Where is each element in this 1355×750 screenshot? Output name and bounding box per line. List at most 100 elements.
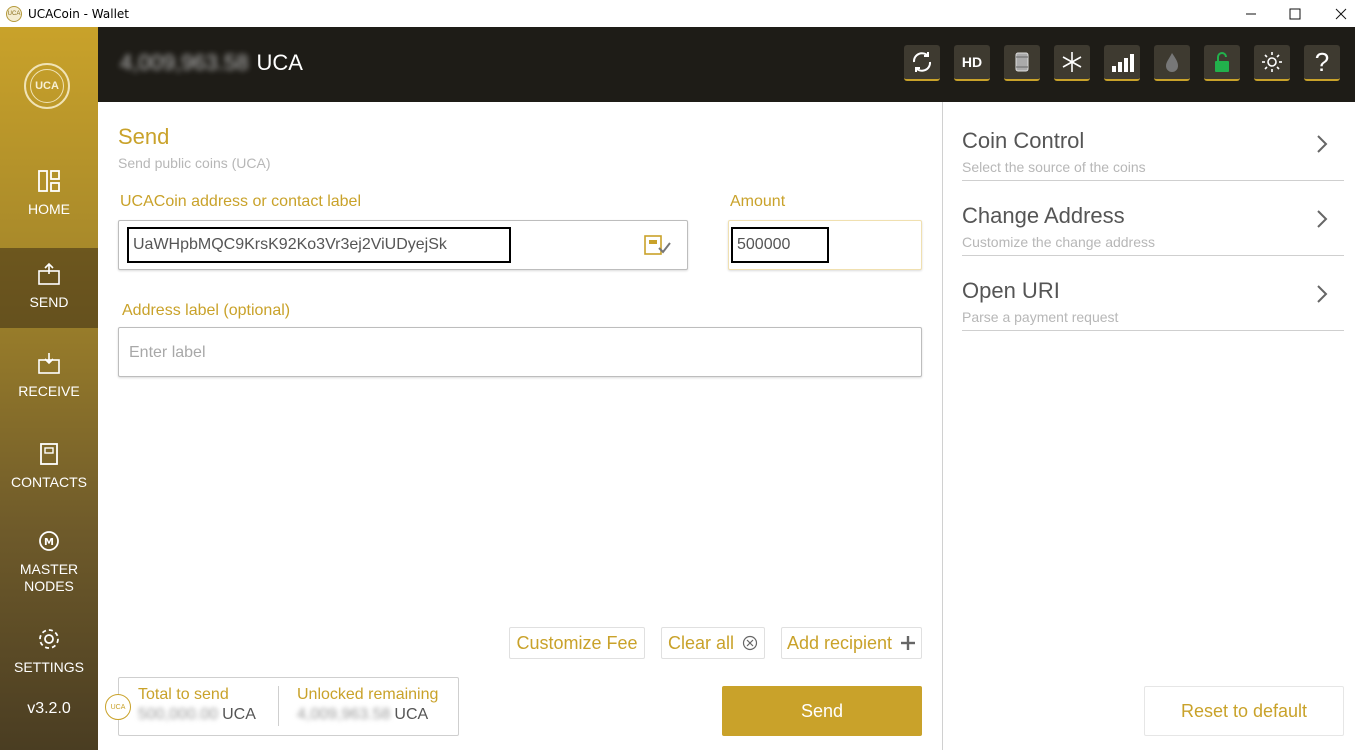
address-label-optional: Address label (optional): [122, 302, 291, 319]
address-input[interactable]: UaWHpbMQC9KrsK92Ko3Vr3ej2ViUDyejSk: [127, 227, 511, 263]
total-label: Total to send: [138, 686, 229, 703]
balance-value: 4,009,963.58: [120, 50, 249, 75]
clear-all-label: Clear all: [667, 632, 735, 653]
sidebar-item-send[interactable]: SEND: [0, 248, 98, 328]
address-book-icon[interactable]: [643, 234, 671, 261]
coin-control-option[interactable]: Coin Control Select the source of the co…: [962, 106, 1344, 181]
customize-fee-label: Customize Fee: [516, 632, 638, 653]
receive-icon: [35, 349, 63, 377]
sidebar-item-receive[interactable]: RECEIVE: [0, 349, 98, 429]
unlocked-value: 4,009,963.58: [297, 706, 391, 723]
plus-icon: [901, 636, 916, 650]
open-uri-title: Open URI: [962, 278, 1060, 303]
help-icon: ?: [1314, 46, 1330, 77]
change-address-option[interactable]: Change Address Customize the change addr…: [962, 181, 1344, 256]
spool-icon: [1015, 52, 1029, 72]
address-field[interactable]: UaWHpbMQC9KrsK92Ko3Vr3ej2ViUDyejSk: [118, 220, 688, 270]
sidebar-item-masternodes[interactable]: M MASTER NODES: [0, 527, 98, 617]
sidebar-item-label: SETTINGS: [13, 659, 84, 675]
totals-box: UCA Total to send 500,000.00 UCA Unlocked…: [105, 677, 459, 736]
reset-to-default-button[interactable]: Reset to default: [1144, 686, 1344, 736]
sidebar-item-contacts[interactable]: CONTACTS: [0, 440, 98, 520]
amount-label: Amount: [730, 193, 786, 210]
maximize-icon: [1289, 8, 1301, 19]
address-label: UCACoin address or contact label: [120, 193, 362, 210]
lock-button[interactable]: [1204, 45, 1240, 81]
send-button[interactable]: Send: [722, 686, 922, 736]
maximize-button[interactable]: [1272, 0, 1318, 27]
add-recipient-button[interactable]: Add recipient: [781, 627, 922, 659]
label-field[interactable]: Enter label: [118, 327, 922, 377]
settings-icon: [35, 625, 63, 653]
unlocked-value-row: 4,009,963.58 UCA: [297, 706, 438, 724]
sidebar-item-label: HOME: [28, 201, 70, 217]
send-panel: Send Send public coins (UCA) UCACoin add…: [98, 102, 942, 750]
sync-button[interactable]: [904, 45, 940, 81]
coin-control-title: Coin Control: [962, 128, 1085, 153]
page-title: Send: [118, 124, 170, 149]
balance-display: 4,009,963.58 UCA: [120, 50, 303, 76]
unlocked-remaining: Unlocked remaining 4,009,963.58 UCA: [297, 686, 438, 724]
unlocked-unit: UCA: [394, 706, 429, 723]
clear-all-button[interactable]: Clear all: [661, 627, 765, 659]
chevron-right-icon: [1316, 209, 1328, 235]
connections-button[interactable]: [1104, 45, 1140, 81]
uca-coin-icon: UCA: [105, 694, 131, 720]
masternodes-icon: M: [35, 527, 63, 555]
chevron-right-icon: [1316, 284, 1328, 310]
close-icon: [1335, 8, 1347, 19]
top-bar: 4,009,963.58 UCA HD ?: [98, 27, 1355, 102]
sun-icon: [1262, 52, 1282, 72]
app-logo-icon: UCA: [6, 5, 22, 22]
change-address-subtitle: Customize the change address: [962, 234, 1155, 250]
signal-bars-icon: [1112, 54, 1134, 72]
clear-circle-icon: [742, 635, 758, 651]
version-label: v3.2.0: [27, 700, 71, 717]
amount-field[interactable]: 500000: [728, 220, 922, 270]
total-value-row: 500,000.00 UCA: [138, 706, 256, 724]
sync-icon: [912, 52, 932, 72]
change-address-title: Change Address: [962, 203, 1125, 228]
minimize-icon: [1246, 13, 1256, 14]
balance-unit: UCA: [256, 50, 303, 75]
cold-staking-button[interactable]: [1054, 45, 1090, 81]
sidebar-item-label: RECEIVE: [18, 383, 80, 399]
sidebar: UCA HOME SEND RECEIVE CONTACTS M MASTER …: [0, 27, 98, 750]
svg-text:M: M: [44, 537, 54, 548]
window-titlebar: UCA UCACoin - Wallet: [0, 0, 1355, 27]
tor-button[interactable]: [1004, 45, 1040, 81]
amount-input[interactable]: 500000: [731, 227, 829, 263]
send-icon: [35, 260, 63, 288]
flame-icon: [1166, 53, 1178, 72]
contacts-icon: [35, 440, 63, 468]
page-subtitle: Send public coins (UCA): [118, 155, 271, 171]
unlocked-icon: [1215, 52, 1229, 72]
sidebar-item-settings[interactable]: SETTINGS: [0, 625, 98, 705]
open-uri-subtitle: Parse a payment request: [962, 309, 1119, 325]
minimize-button[interactable]: [1228, 0, 1274, 27]
hd-icon: HD: [961, 54, 983, 70]
coin-control-subtitle: Select the source of the coins: [962, 159, 1146, 175]
totals-divider: [278, 686, 279, 726]
unlocked-label: Unlocked remaining: [297, 686, 439, 703]
label-input-placeholder[interactable]: Enter label: [129, 344, 206, 362]
home-icon: [35, 167, 63, 195]
options-panel: Coin Control Select the source of the co…: [943, 102, 1355, 750]
hd-button[interactable]: HD: [954, 45, 990, 81]
open-uri-option[interactable]: Open URI Parse a payment request: [962, 256, 1344, 331]
staking-button[interactable]: [1154, 45, 1190, 81]
sidebar-item-home[interactable]: HOME: [0, 167, 98, 247]
window-title: UCACoin - Wallet: [28, 6, 129, 21]
add-recipient-label: Add recipient: [786, 632, 893, 653]
sidebar-item-label: CONTACTS: [11, 474, 87, 490]
close-button[interactable]: [1318, 0, 1355, 27]
chevron-right-icon: [1316, 134, 1328, 160]
theme-button[interactable]: [1254, 45, 1290, 81]
total-value: 500,000.00: [138, 706, 219, 723]
snowflake-icon: [1062, 52, 1082, 72]
total-unit: UCA: [222, 706, 256, 723]
sidebar-item-label: SEND: [29, 294, 69, 310]
help-button[interactable]: ?: [1304, 45, 1340, 81]
total-to-send: Total to send 500,000.00 UCA: [138, 686, 256, 724]
customize-fee-button[interactable]: Customize Fee: [509, 627, 645, 659]
